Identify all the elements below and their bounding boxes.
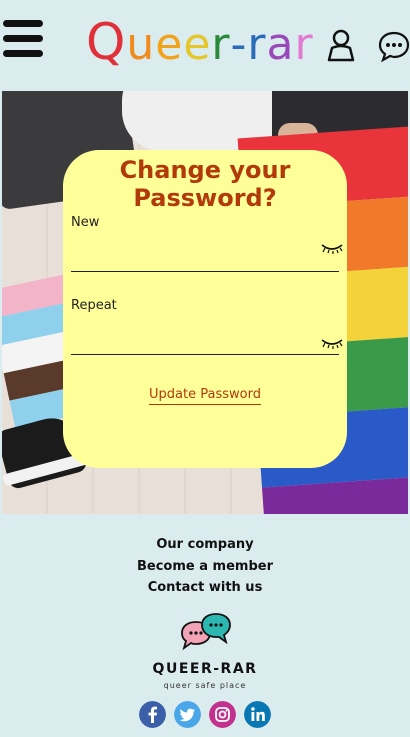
logo-letter: r: [294, 19, 314, 70]
linkedin-icon[interactable]: [244, 701, 271, 728]
logo-letter: Q: [86, 13, 127, 71]
logo-letter: e: [183, 19, 212, 70]
user-icon[interactable]: [326, 28, 356, 62]
logo-letter: -: [230, 19, 248, 70]
footer-link-become-member[interactable]: Become a member: [0, 556, 410, 578]
new-password-label: New: [71, 215, 100, 230]
instagram-icon[interactable]: [209, 701, 236, 728]
repeat-password-label: Repeat: [71, 298, 117, 313]
update-password-button[interactable]: Update Password: [63, 383, 347, 405]
new-password-input[interactable]: [71, 232, 339, 270]
new-password-underline: [71, 271, 339, 272]
title-line-2: Password?: [133, 184, 277, 212]
logo-letter: r: [211, 19, 231, 70]
footer-tagline: queer safe place: [163, 681, 247, 690]
repeat-password-underline: [71, 354, 339, 355]
page-title: Change your Password?: [63, 156, 347, 212]
menu-icon[interactable]: [3, 20, 43, 62]
title-line-1: Change your: [119, 156, 291, 184]
footer-brand: QUEER-RAR: [152, 661, 258, 677]
header: Queer-rar: [0, 0, 410, 91]
facebook-icon[interactable]: [139, 701, 166, 728]
chat-icon[interactable]: [378, 30, 410, 62]
footer-link-contact[interactable]: Contact with us: [0, 577, 410, 599]
eye-icon[interactable]: [321, 242, 343, 254]
repeat-password-input[interactable]: [71, 316, 339, 354]
change-password-card: Change your Password? New Repeat Update …: [63, 150, 347, 468]
footer-link-our-company[interactable]: Our company: [0, 534, 410, 556]
logo[interactable]: Queer-rar: [86, 14, 314, 73]
logo-letter: r: [247, 19, 267, 70]
update-password-label: Update Password: [149, 387, 261, 405]
logo-letter: u: [126, 19, 156, 70]
logo-letter: e: [155, 19, 184, 70]
eye-icon[interactable]: [321, 337, 343, 349]
chat-bubbles-logo-icon: [181, 613, 231, 651]
twitter-icon[interactable]: [174, 701, 201, 728]
logo-letter: a: [266, 19, 295, 70]
footer-links: Our company Become a member Contact with…: [0, 534, 410, 599]
